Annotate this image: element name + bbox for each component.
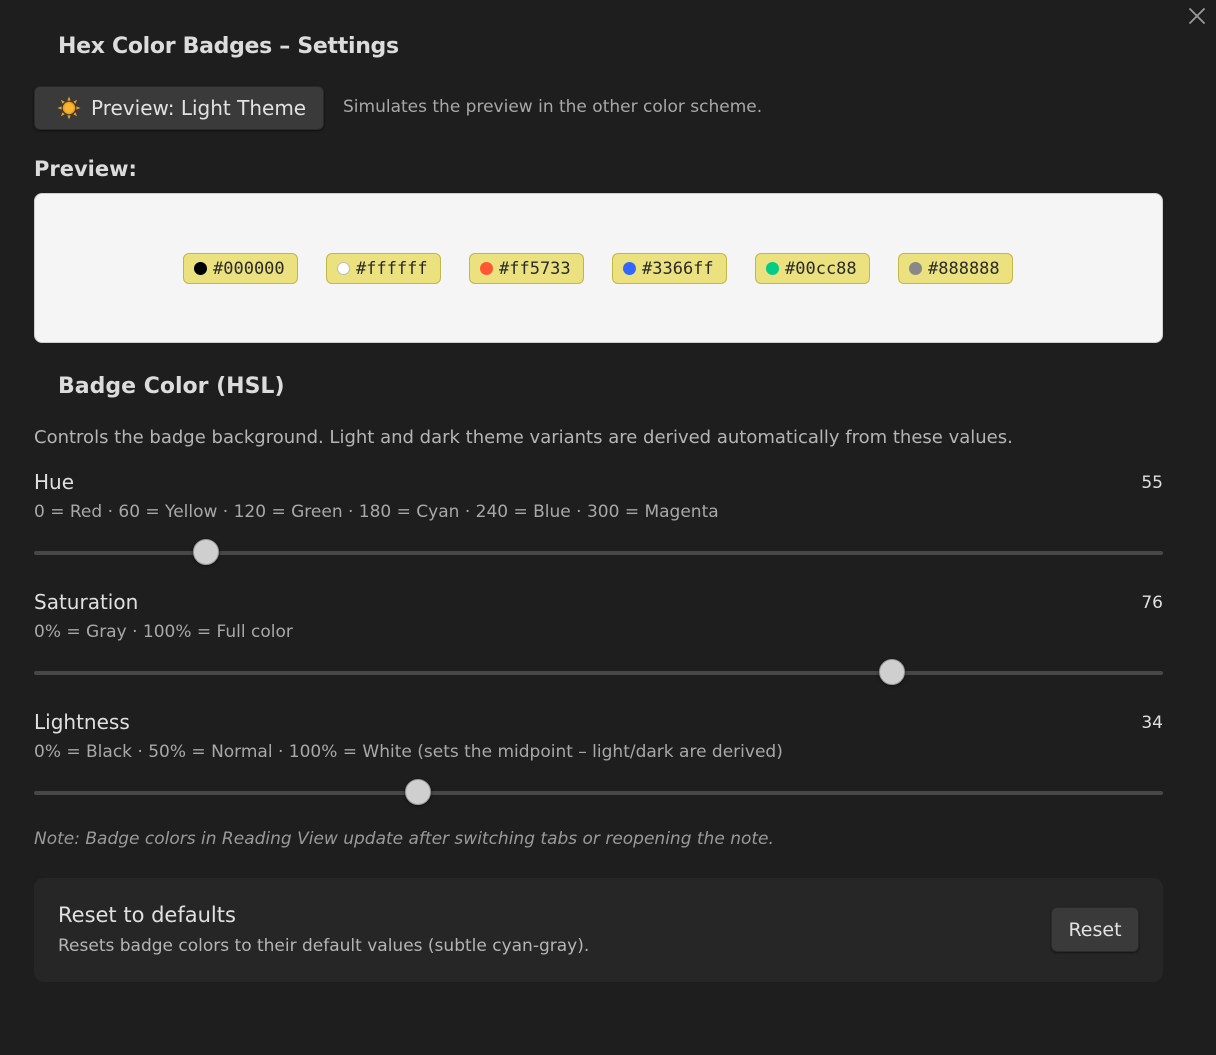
saturation-label: Saturation — [34, 590, 139, 614]
color-badge: #ffffff — [326, 253, 441, 284]
sun-icon — [57, 96, 81, 120]
color-swatch — [766, 262, 779, 275]
badge-label: #00cc88 — [785, 258, 857, 279]
color-swatch — [480, 262, 493, 275]
badge-label: #ff5733 — [499, 258, 571, 279]
preview-heading: Preview: — [34, 157, 137, 181]
reset-title: Reset to defaults — [58, 903, 236, 927]
lightness-slider-track[interactable] — [34, 779, 1163, 805]
color-badge: #ff5733 — [469, 253, 584, 284]
saturation-slider-thumb[interactable] — [879, 659, 906, 685]
color-badge: #00cc88 — [755, 253, 870, 284]
badge-label: #888888 — [928, 258, 1000, 279]
badge-color-section-description: Controls the badge background. Light and… — [34, 427, 1013, 448]
reset-button[interactable]: Reset — [1051, 907, 1139, 952]
color-badge: #000000 — [183, 253, 298, 284]
settings-modal: Hex Color Badges – Settings Preview: Lig… — [0, 0, 1216, 1055]
reset-section: Reset to defaults Resets badge colors to… — [34, 878, 1163, 982]
preview-panel: #000000 #ffffff #ff5733 #3366ff #00cc88 … — [34, 193, 1163, 343]
close-icon[interactable] — [1186, 5, 1208, 27]
lightness-label: Lightness — [34, 710, 130, 734]
badge-color-section-title: Badge Color (HSL) — [58, 374, 285, 399]
saturation-hint: 0% = Gray · 100% = Full color — [34, 622, 293, 642]
lightness-value: 34 — [1141, 713, 1163, 733]
badge-label: #ffffff — [356, 258, 428, 279]
lightness-hint: 0% = Black · 50% = Normal · 100% = White… — [34, 742, 783, 762]
saturation-slider-track[interactable] — [34, 659, 1163, 685]
hue-slider-track[interactable] — [34, 539, 1163, 565]
lightness-slider-thumb[interactable] — [404, 779, 431, 805]
color-badge: #3366ff — [612, 253, 727, 284]
saturation-value: 76 — [1141, 593, 1163, 613]
color-swatch — [194, 262, 207, 275]
page-title: Hex Color Badges – Settings — [58, 34, 399, 59]
reading-view-note: Note: Badge colors in Reading View updat… — [34, 829, 774, 849]
reset-description: Resets badge colors to their default val… — [58, 936, 590, 956]
hue-label: Hue — [34, 470, 75, 494]
preview-theme-toggle-button[interactable]: Preview: Light Theme — [34, 86, 324, 130]
color-swatch — [337, 262, 350, 275]
color-badge: #888888 — [898, 253, 1013, 284]
preview-toggle-description: Simulates the preview in the other color… — [343, 97, 763, 117]
hue-value: 55 — [1141, 473, 1163, 493]
color-swatch — [623, 262, 636, 275]
color-swatch — [909, 262, 922, 275]
preview-theme-toggle-label: Preview: Light Theme — [91, 96, 307, 120]
hue-hint: 0 = Red · 60 = Yellow · 120 = Green · 18… — [34, 502, 719, 522]
badge-label: #000000 — [213, 258, 285, 279]
badge-label: #3366ff — [642, 258, 714, 279]
hue-slider-thumb[interactable] — [193, 539, 220, 565]
